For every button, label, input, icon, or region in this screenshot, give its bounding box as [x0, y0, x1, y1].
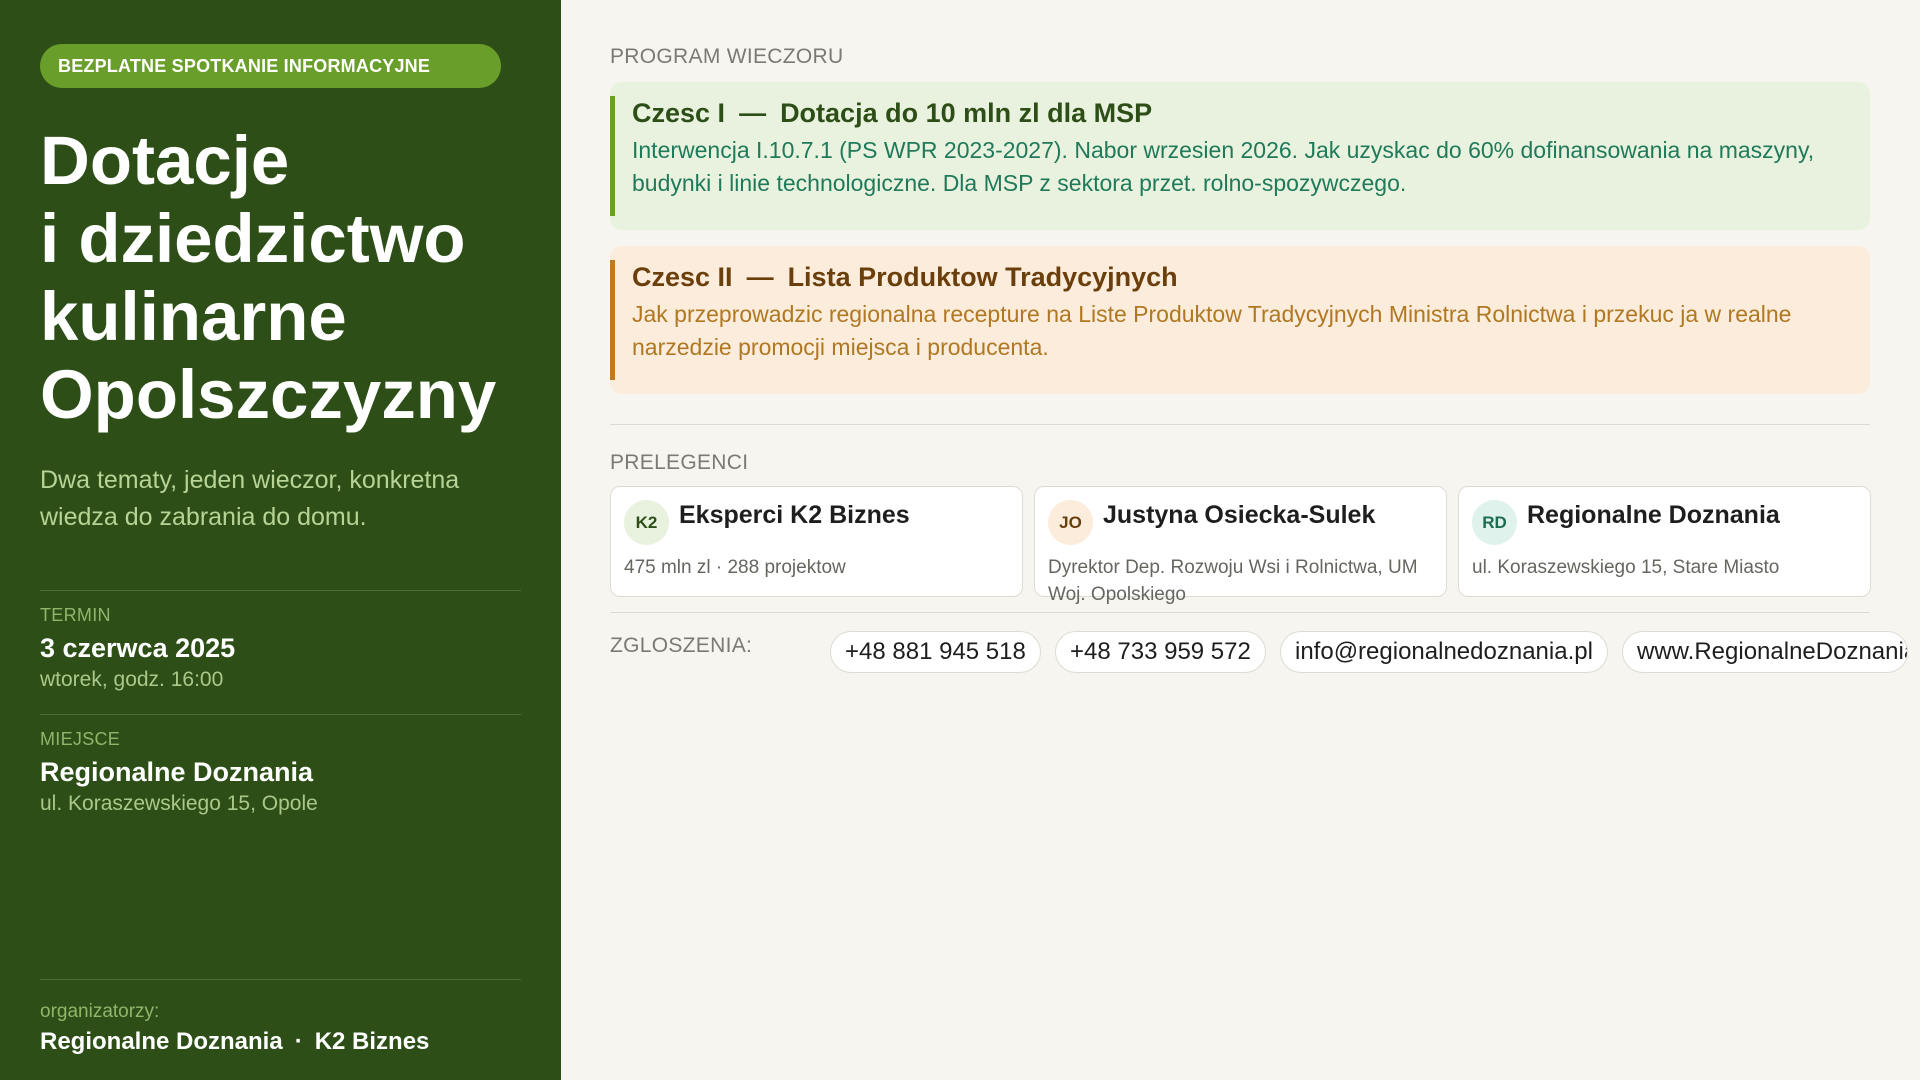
program-part-description: Jak przeprowadzic regionalna recepture n… [632, 301, 1792, 360]
organizers-list: Regionalne Doznania · K2 Biznes [40, 1028, 429, 1056]
speaker-description: Dyrektor Dep. Rozwoju Wsi i Rolnictwa, U… [1048, 557, 1418, 605]
divider [610, 424, 1870, 425]
organizer-name: Regionalne Doznania [40, 1028, 283, 1055]
lead-text: Dwa tematy, jeden wieczor, konkretna wie… [40, 466, 460, 531]
organizer-name: K2 Biznes [314, 1028, 430, 1055]
accent-bar [610, 96, 615, 216]
organizers-label: organizatorzy: [40, 1001, 160, 1022]
dash: — [739, 98, 767, 128]
program-part-2: Czesc II — Lista Produktow Tradycyjnych Ja… [610, 246, 1870, 394]
title-line: i dziedzictwo [40, 200, 466, 277]
speaker-card: K2 Eksperci K2 Biznes 475 mln zl · 288 p… [610, 486, 1023, 597]
divider [40, 979, 521, 980]
separator: · [294, 1028, 303, 1055]
title-line: Opolszczyzny [40, 356, 497, 433]
venue-address: ul. Koraszewskiego 15, Opole [40, 792, 318, 815]
part-title: Lista Produktow Tradycyjnych [787, 262, 1178, 292]
event-date: 3 czerwca 2025 [40, 633, 236, 663]
part-number: Czesc II [632, 262, 733, 292]
program-part-1: Czesc I — Dotacja do 10 mln zl dla MSP Int… [610, 82, 1870, 230]
avatar: JO [1048, 500, 1093, 545]
website-link[interactable]: www.RegionalneDoznania.pl [1622, 631, 1908, 673]
contact-label: ZGLOSZENIA: [610, 634, 753, 657]
title-line: Dotacje [40, 122, 290, 199]
avatar: RD [1472, 500, 1517, 545]
title-line: kulinarne [40, 278, 347, 355]
venue-label: MIEJSCE [40, 729, 121, 749]
phone-link-1[interactable]: +48 881 945 518 [830, 631, 1041, 673]
program-part-title: Czesc II — Lista Produktow Tradycyjnych [632, 260, 1850, 294]
sidebar-panel: BEZPLATNE SPOTKANIE INFORMACYJNE Dotacje… [0, 0, 561, 1080]
speaker-name: Eksperci K2 Biznes [679, 501, 910, 529]
avatar: K2 [624, 500, 669, 545]
date-label: TERMIN [40, 605, 111, 625]
page-title: Dotacje i dziedzictwo kulinarne Opolszcz… [40, 122, 540, 434]
program-part-description: Interwencja I.10.7.1 (PS WPR 2023-2027).… [632, 137, 1815, 196]
speaker-card: RD Regionalne Doznania ul. Koraszewskieg… [1458, 486, 1871, 597]
part-number: Czesc I [632, 98, 726, 128]
dash: — [746, 262, 774, 292]
speaker-description: ul. Koraszewskiego 15, Stare Miasto [1472, 557, 1780, 578]
divider [40, 590, 521, 591]
speaker-description: 475 mln zl · 288 projektow [624, 557, 846, 578]
accent-bar [610, 260, 615, 380]
email-link[interactable]: info@regionalnedoznania.pl [1280, 631, 1608, 673]
program-part-title: Czesc I — Dotacja do 10 mln zl dla MSP [632, 96, 1850, 130]
speaker-card: JO Justyna Osiecka-Sulek Dyrektor Dep. R… [1034, 486, 1447, 605]
divider [610, 612, 1870, 613]
part-title: Dotacja do 10 mln zl dla MSP [780, 98, 1153, 128]
speakers-heading: PRELEGENCI [610, 451, 749, 474]
divider [40, 714, 521, 715]
event-badge: BEZPLATNE SPOTKANIE INFORMACYJNE [40, 44, 501, 88]
phone-link-2[interactable]: +48 733 959 572 [1055, 631, 1266, 673]
program-heading: PROGRAM WIECZORU [610, 45, 844, 68]
venue-name: Regionalne Doznania [40, 757, 314, 787]
speaker-name: Justyna Osiecka-Sulek [1103, 501, 1376, 529]
event-time: wtorek, godz. 16:00 [40, 668, 224, 691]
speaker-name: Regionalne Doznania [1527, 501, 1780, 529]
